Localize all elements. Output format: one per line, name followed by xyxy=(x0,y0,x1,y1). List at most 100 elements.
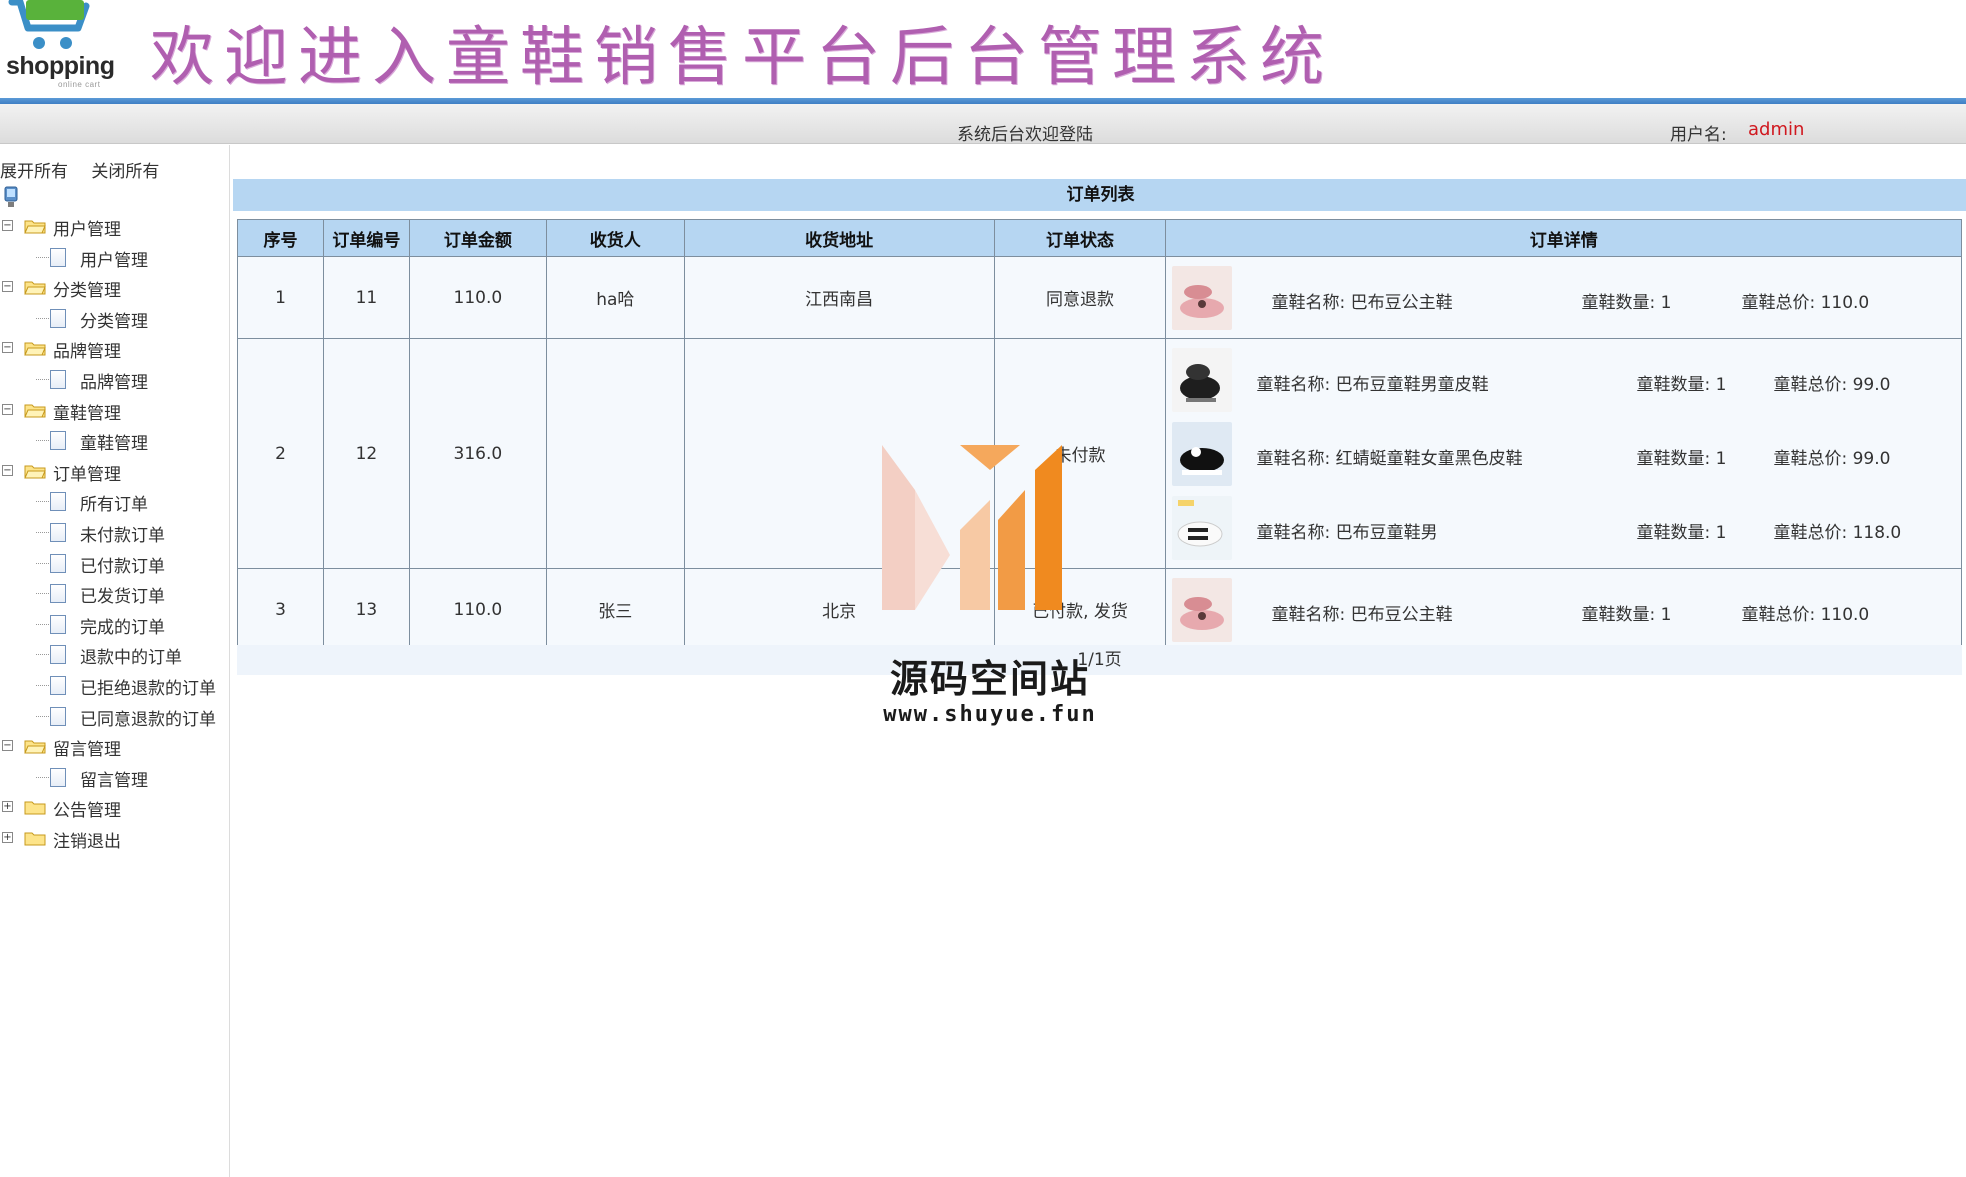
page-icon xyxy=(50,308,66,328)
folder-open-icon xyxy=(24,740,46,754)
tree-connector xyxy=(36,501,49,503)
tree-item[interactable]: 未付款订单 xyxy=(0,517,230,548)
tree-item[interactable]: 品牌管理 xyxy=(0,364,230,395)
detail-name: 童鞋名称: 巴布豆童鞋男 xyxy=(1256,522,1438,543)
collapse-icon[interactable]: − xyxy=(2,281,13,293)
table-row: 2 12 316.0 未付款 童鞋名称: 巴布豆童鞋男童皮鞋 童鞋数量: 1 童鞋总价: 9… xyxy=(237,338,1962,569)
tree-item[interactable]: 已同意退款的订单 xyxy=(0,701,230,732)
tree-item-label: 已付款订单 xyxy=(80,556,165,577)
cell-status: 未付款 xyxy=(993,338,1167,569)
detail-name: 童鞋名称: 巴布豆公主鞋 xyxy=(1271,292,1453,313)
collapse-icon[interactable]: − xyxy=(2,464,13,476)
cell-order-no: 13 xyxy=(322,568,410,651)
tree-item[interactable]: 退款中的订单 xyxy=(0,639,230,670)
cell-receiver: 张三 xyxy=(545,568,685,651)
tree-item[interactable]: 已拒绝退款的订单 xyxy=(0,670,230,701)
shopping-logo[interactable]: shopping online cart xyxy=(0,0,115,92)
tree-connector xyxy=(36,776,49,778)
cell-order-no: 12 xyxy=(322,338,410,569)
collapse-all-link[interactable]: 关闭所有 xyxy=(91,162,159,182)
expand-icon[interactable]: + xyxy=(2,801,13,813)
folder-icon xyxy=(24,832,46,846)
page-icon xyxy=(50,431,66,451)
folder-open-icon xyxy=(24,220,46,234)
tree-item[interactable]: 童鞋管理 xyxy=(0,425,230,456)
product-thumbnail[interactable] xyxy=(1172,577,1233,642)
collapse-icon[interactable]: − xyxy=(2,740,13,752)
tree-connector xyxy=(36,715,49,717)
column-header: 订单状态 xyxy=(993,219,1167,257)
folder-icon xyxy=(24,801,46,815)
tree-item[interactable]: 已付款订单 xyxy=(0,548,230,579)
order-detail-item: 童鞋名称: 巴布豆公主鞋 童鞋数量: 1 童鞋总价: 110.0 xyxy=(1166,261,1961,335)
tree-group-1[interactable]: − 分类管理 xyxy=(0,272,230,303)
tree-item[interactable]: 用户管理 xyxy=(0,242,230,273)
page-icon xyxy=(50,584,66,604)
tree-item-label: 童鞋管理 xyxy=(80,434,148,455)
detail-qty: 童鞋数量: 1 xyxy=(1636,448,1727,469)
page-icon xyxy=(50,675,66,695)
tree-group-label: 注销退出 xyxy=(53,831,121,852)
order-list-caption: 订单列表 xyxy=(233,179,1966,211)
tree-item-label: 退款中的订单 xyxy=(80,648,182,669)
product-thumbnail[interactable] xyxy=(1172,495,1233,560)
tree-group-0[interactable]: − 用户管理 xyxy=(0,211,230,242)
tree-item-label: 留言管理 xyxy=(80,770,148,791)
tree-item-label: 品牌管理 xyxy=(80,372,148,393)
logo-text: shopping xyxy=(6,52,115,80)
product-thumbnail[interactable] xyxy=(1172,347,1233,412)
table-row: 1 11 110.0 ha哈 江西南昌 同意退款 童鞋名称: 巴布豆公主鞋 童鞋数量: 1 童鞋… xyxy=(237,256,1962,339)
tree-group-3[interactable]: − 童鞋管理 xyxy=(0,395,230,426)
column-header: 收货地址 xyxy=(683,219,995,257)
expand-icon[interactable]: + xyxy=(2,831,13,843)
tree-group-4[interactable]: − 订单管理 xyxy=(0,456,230,487)
cell-receiver: ha哈 xyxy=(545,256,685,339)
table-header-row: 序号 订单编号 订单金额 收货人 收货地址 订单状态 订单详情 xyxy=(237,219,1962,257)
order-detail-item: 童鞋名称: 巴布豆童鞋男童皮鞋 童鞋数量: 1 童鞋总价: 99.0 xyxy=(1166,343,1961,417)
product-thumbnail[interactable] xyxy=(1172,421,1233,486)
expand-all-link[interactable]: 展开所有 xyxy=(0,162,68,182)
cell-index: 2 xyxy=(237,338,324,569)
shopping-cart-icon xyxy=(8,0,90,49)
column-header: 序号 xyxy=(237,219,324,257)
user-label: 用户名: xyxy=(1670,125,1727,145)
tree-group-5[interactable]: − 留言管理 xyxy=(0,731,230,762)
tree-group-label: 用户管理 xyxy=(53,220,121,240)
tree-group-7[interactable]: + 注销退出 xyxy=(0,823,230,854)
tree-item[interactable]: 留言管理 xyxy=(0,762,230,793)
cell-status: 同意退款 xyxy=(993,256,1167,339)
cell-order-no: 11 xyxy=(322,256,410,339)
collapse-icon[interactable]: − xyxy=(2,220,13,231)
tree-group-2[interactable]: − 品牌管理 xyxy=(0,333,230,364)
tree-item[interactable]: 分类管理 xyxy=(0,303,230,334)
page-icon xyxy=(50,492,66,512)
page-icon xyxy=(50,369,66,389)
folder-open-icon xyxy=(24,404,46,418)
collapse-icon[interactable]: − xyxy=(2,342,13,354)
tree-group-label: 留言管理 xyxy=(53,740,121,761)
tree-group-6[interactable]: + 公告管理 xyxy=(0,792,230,823)
tree-item[interactable]: 已发货订单 xyxy=(0,578,230,609)
tree-controls: 展开所有 关闭所有 xyxy=(0,157,177,182)
tree-item-label: 已拒绝退款的订单 xyxy=(80,678,216,699)
column-header: 收货人 xyxy=(545,219,685,257)
product-thumbnail[interactable] xyxy=(1172,265,1233,330)
tree-item[interactable]: 所有订单 xyxy=(0,486,230,517)
tree-connector xyxy=(36,531,49,533)
order-detail-item: 童鞋名称: 巴布豆公主鞋 童鞋数量: 1 童鞋总价: 110.0 xyxy=(1166,573,1961,647)
tree-group-label: 公告管理 xyxy=(53,801,121,822)
detail-total: 童鞋总价: 110.0 xyxy=(1741,292,1870,313)
cell-receiver xyxy=(545,338,685,569)
tree-connector xyxy=(36,378,49,380)
tree-item-label: 分类管理 xyxy=(80,311,148,332)
detail-qty: 童鞋数量: 1 xyxy=(1581,604,1672,625)
page-icon xyxy=(50,645,66,665)
tree-group-label: 订单管理 xyxy=(53,464,121,485)
pager: 1/1页 xyxy=(237,645,1962,675)
table-row: 3 13 110.0 张三 北京 已付款, 发货 童鞋名称: 巴布豆公主鞋 童鞋数量: 1 童鞋… xyxy=(237,568,1962,651)
page-icon xyxy=(50,553,66,573)
tree-item-label: 已发货订单 xyxy=(80,587,165,608)
tree-item[interactable]: 完成的订单 xyxy=(0,609,230,640)
site-title: 欢迎进入童鞋销售平台后台管理系统 xyxy=(150,21,1334,95)
collapse-icon[interactable]: − xyxy=(2,403,13,415)
